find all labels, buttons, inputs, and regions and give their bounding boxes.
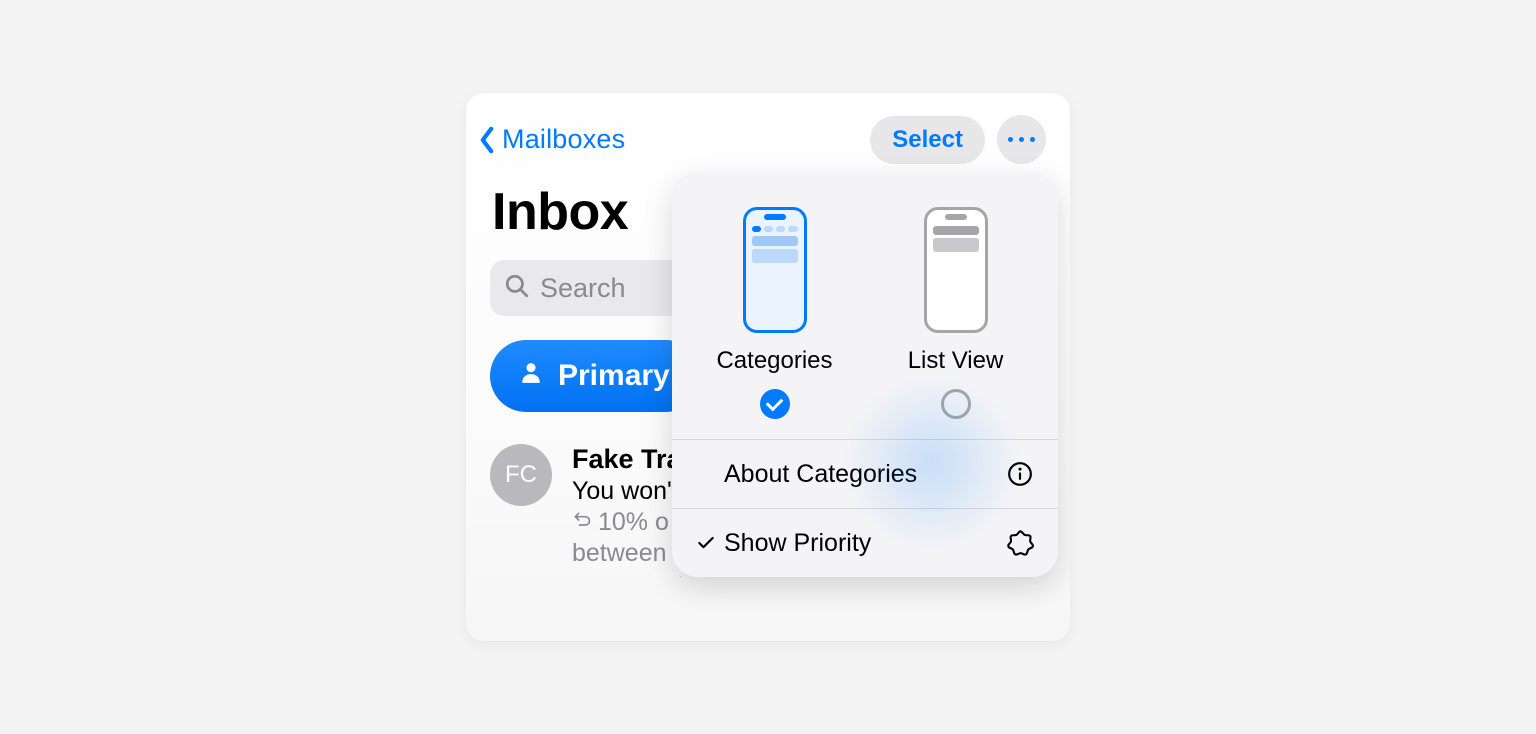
mail-subject: You won': [572, 477, 682, 506]
search-icon: [504, 273, 530, 304]
avatar-initials: FC: [505, 461, 537, 489]
reply-icon: [572, 508, 592, 537]
phone-icon: [924, 207, 988, 333]
view-option-list-view[interactable]: List View: [865, 207, 1046, 419]
show-priority-label: Show Priority: [724, 529, 1006, 558]
mail-sender: Fake Tra: [572, 444, 682, 475]
checkmark-icon: [696, 533, 724, 553]
search-placeholder: Search: [540, 273, 626, 304]
view-options-popover: Categories List View About Categories: [672, 173, 1058, 577]
tab-primary[interactable]: Primary: [490, 340, 702, 412]
avatar: FC: [490, 444, 552, 506]
nav-bar: Mailboxes Select: [466, 93, 1070, 164]
tab-primary-label: Primary: [558, 359, 670, 393]
select-button[interactable]: Select: [870, 116, 985, 164]
mail-inbox-screen: Mailboxes Select Inbox Search Primary FC…: [466, 93, 1070, 641]
more-button[interactable]: [997, 115, 1046, 164]
about-categories-row[interactable]: About Categories: [672, 440, 1058, 508]
show-priority-row[interactable]: Show Priority: [672, 509, 1058, 577]
option-label: Categories: [716, 347, 832, 375]
radio-empty-icon: [941, 389, 971, 419]
mail-preview-line-1: 10% o: [572, 508, 682, 537]
about-categories-label: About Categories: [724, 460, 1006, 489]
mail-preview-line-2: between: [572, 539, 682, 568]
info-icon: [1006, 460, 1034, 488]
priority-icon: [1006, 529, 1034, 557]
back-button[interactable]: Mailboxes: [478, 124, 625, 155]
select-label: Select: [892, 126, 963, 153]
divider: [680, 576, 682, 577]
chevron-left-icon: [478, 126, 496, 154]
person-icon: [518, 359, 544, 393]
phone-icon: [743, 207, 807, 333]
back-label: Mailboxes: [502, 124, 625, 155]
ellipsis-icon: [1005, 137, 1038, 142]
option-label: List View: [908, 347, 1004, 375]
radio-checked-icon: [760, 389, 790, 419]
view-option-categories[interactable]: Categories: [684, 207, 865, 419]
